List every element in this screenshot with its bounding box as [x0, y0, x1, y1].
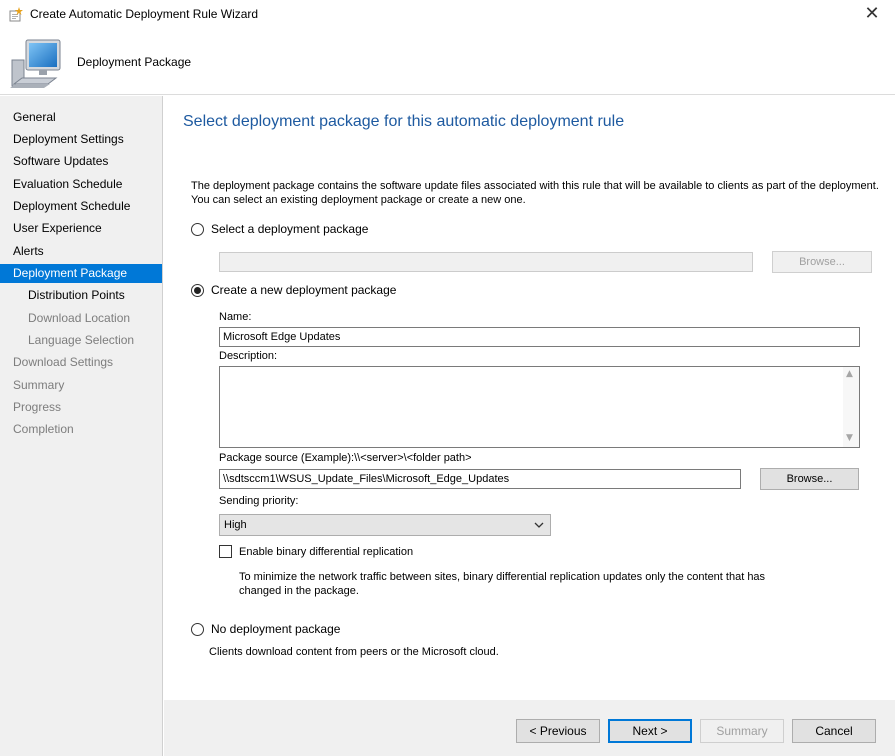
description-scrollbar[interactable]: ▲ ▼ — [843, 367, 859, 447]
sidebar-item-distribution-points[interactable]: Distribution Points — [0, 286, 162, 305]
radio-create-new[interactable] — [191, 283, 204, 297]
bdr-label: Enable binary differential replication — [239, 545, 414, 558]
existing-package-field — [219, 252, 753, 272]
select-existing-label: Select a deployment package — [211, 222, 369, 236]
bdr-help-text: To minimize the network traffic between … — [239, 570, 765, 598]
name-label: Name: — [219, 311, 252, 323]
create-new-package-option[interactable]: Create a new deployment package — [191, 283, 396, 297]
sidebar-item-deployment-package[interactable]: Deployment Package — [0, 264, 162, 283]
cancel-button[interactable]: Cancel — [792, 719, 876, 743]
bdr-checkbox[interactable] — [219, 545, 232, 558]
package-source-input[interactable]: \\sdtsccm1\WSUS_Update_Files\Microsoft_E… — [219, 469, 741, 489]
sidebar-item-software-updates[interactable]: Software Updates — [0, 152, 162, 171]
computer-icon — [10, 39, 61, 88]
window-title: Create Automatic Deployment Rule Wizard — [30, 7, 259, 21]
wizard-steps-sidebar: General Deployment Settings Software Upd… — [0, 96, 163, 756]
intro-text: The deployment package contains the soft… — [191, 179, 881, 207]
create-new-label: Create a new deployment package — [211, 283, 397, 297]
previous-button[interactable]: < Previous — [516, 719, 600, 743]
scroll-up-icon[interactable]: ▲ — [846, 369, 853, 379]
sidebar-item-user-experience[interactable]: User Experience — [0, 219, 162, 238]
intro-line-2: You can select an existing deployment pa… — [191, 194, 526, 206]
page-name: Deployment Package — [77, 55, 192, 69]
scroll-down-icon[interactable]: ▼ — [846, 433, 853, 443]
sidebar-item-summary: Summary — [13, 378, 65, 392]
close-icon[interactable]: ✕ — [849, 0, 895, 30]
sidebar-item-general[interactable]: General — [0, 108, 162, 127]
next-button[interactable]: Next > — [608, 719, 692, 743]
description-textarea[interactable]: ▲ ▼ — [219, 366, 860, 448]
sidebar-item-language-selection: Language Selection — [28, 333, 135, 347]
sidebar-item-download-settings: Download Settings — [13, 355, 114, 369]
sending-priority-label: Sending priority: — [219, 495, 299, 507]
description-label: Description: — [219, 350, 278, 362]
radio-no-package[interactable] — [191, 622, 204, 636]
bdr-help-line-1: To minimize the network traffic between … — [239, 571, 766, 583]
bdr-help-line-2: changed in the package. — [239, 585, 359, 597]
no-package-option[interactable]: No deployment package — [191, 622, 340, 636]
chevron-down-icon — [534, 522, 544, 528]
sidebar-item-alerts[interactable]: Alerts — [0, 242, 162, 261]
intro-line-1: The deployment package contains the soft… — [191, 180, 879, 192]
summary-button: Summary — [700, 719, 784, 743]
sending-priority-select[interactable]: High — [219, 514, 551, 536]
radio-select-existing[interactable] — [191, 222, 204, 236]
wizard-header: Deployment Package — [0, 30, 895, 95]
browse-source-button[interactable]: Browse... — [760, 468, 859, 490]
sidebar-item-evaluation-schedule[interactable]: Evaluation Schedule — [0, 175, 162, 194]
sending-priority-value: High — [224, 519, 247, 531]
title-bar: Create Automatic Deployment Rule Wizard … — [0, 0, 895, 30]
sidebar-item-deployment-settings[interactable]: Deployment Settings — [0, 130, 162, 149]
sidebar-item-progress: Progress — [13, 400, 62, 414]
sidebar-item-completion: Completion — [13, 422, 74, 436]
browse-existing-button: Browse... — [772, 251, 872, 273]
binary-differential-replication-option[interactable]: Enable binary differential replication — [219, 545, 413, 558]
page-heading: Select deployment package for this autom… — [183, 113, 625, 130]
sidebar-item-deployment-schedule[interactable]: Deployment Schedule — [0, 197, 162, 216]
package-source-label: Package source (Example):\\<server>\<fol… — [219, 452, 472, 464]
no-package-help: Clients download content from peers or t… — [209, 646, 499, 658]
select-existing-package-option[interactable]: Select a deployment package — [191, 222, 368, 236]
wizard-icon — [9, 7, 23, 22]
no-package-label: No deployment package — [211, 622, 341, 636]
sidebar-item-download-location: Download Location — [28, 311, 131, 325]
package-name-input[interactable]: Microsoft Edge Updates — [219, 327, 860, 347]
